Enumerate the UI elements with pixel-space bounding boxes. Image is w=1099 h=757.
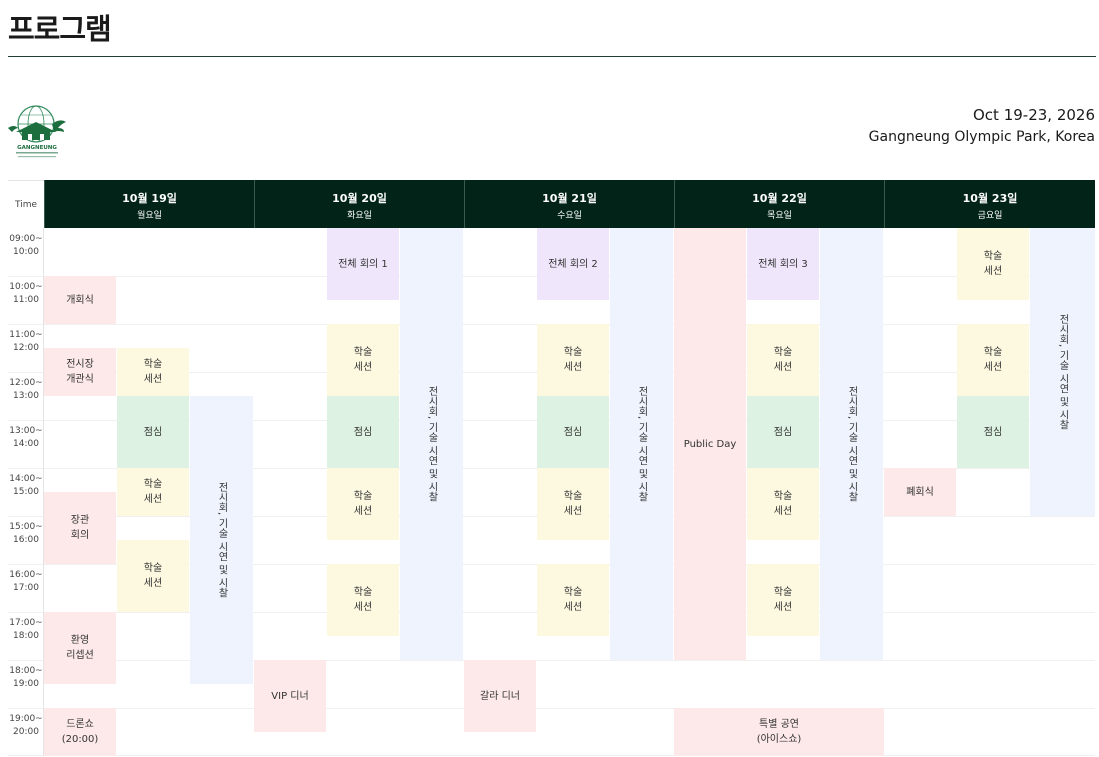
- event-academic-session[interactable]: 학술 세션: [957, 228, 1029, 300]
- event-exhibition-demo[interactable]: 전시회, 기술 시연 및 시찰: [610, 228, 673, 660]
- event-ministers-meeting[interactable]: 장관 회의: [44, 492, 116, 564]
- time-slot-label: 11:00~ 12:00: [9, 330, 43, 353]
- event-academic-session[interactable]: 학술 세션: [747, 468, 819, 540]
- event-academic-session[interactable]: 학술 세션: [747, 564, 819, 636]
- time-column-header: Time: [8, 180, 44, 228]
- event-plenary-1[interactable]: 전체 회의 1: [327, 228, 399, 300]
- event-lunch[interactable]: 점심: [537, 396, 609, 468]
- day-header-oct23: 10월 23일 금요일: [884, 180, 1095, 228]
- day-weekday: 목요일: [767, 211, 792, 221]
- event-academic-session[interactable]: 학술 세션: [327, 468, 399, 540]
- day-weekday: 금요일: [977, 211, 1003, 221]
- event-opening-ceremony[interactable]: 개회식: [44, 276, 116, 324]
- row-divider: [8, 708, 1095, 709]
- time-slot-label: 13:00~ 14:00: [9, 426, 43, 449]
- event-exhibition-demo[interactable]: 전시회, 기술 시연 및 시찰: [1030, 228, 1095, 516]
- svg-text:GANGNEUNG: GANGNEUNG: [17, 145, 57, 151]
- event-lunch[interactable]: 점심: [747, 396, 819, 468]
- time-slot-label: 16:00~ 17:00: [9, 570, 43, 593]
- event-lunch[interactable]: 점심: [957, 396, 1029, 468]
- event-lunch[interactable]: 점심: [327, 396, 399, 468]
- event-academic-session[interactable]: 학술 세션: [327, 324, 399, 396]
- event-plenary-2[interactable]: 전체 회의 2: [537, 228, 609, 300]
- event-academic-session[interactable]: 학술 세션: [117, 468, 189, 516]
- event-exhibition-demo[interactable]: 전시회, 기술 시연 및 시찰: [400, 228, 463, 660]
- day-header-oct19: 10월 19일 월요일: [44, 180, 254, 228]
- time-slot-label: 15:00~ 16:00: [9, 522, 43, 545]
- event-public-day[interactable]: Public Day: [674, 228, 746, 660]
- time-slot-label: 10:00~ 11:00: [9, 282, 43, 305]
- event-exhibition-demo[interactable]: 전시회, 기술 시연 및 시찰: [190, 396, 253, 684]
- event-academic-session[interactable]: 학술 세션: [117, 348, 189, 396]
- event-drone-show[interactable]: 드론쇼 (20:00): [44, 708, 116, 756]
- time-slot-label: 12:00~ 13:00: [9, 378, 43, 401]
- day-header-oct22: 10월 22일 목요일: [674, 180, 884, 228]
- time-slot-label: 17:00~ 18:00: [9, 618, 43, 641]
- event-academic-session[interactable]: 학술 세션: [957, 324, 1029, 396]
- day-weekday: 월요일: [137, 211, 162, 221]
- day-weekday: 화요일: [347, 211, 372, 221]
- event-lunch[interactable]: 점심: [117, 396, 189, 468]
- row-divider: [8, 755, 1095, 756]
- page-title: 프로그램: [8, 12, 112, 46]
- event-gala-dinner[interactable]: 갈라 디너: [464, 660, 536, 732]
- day-weekday: 수요일: [557, 211, 582, 221]
- event-academic-session[interactable]: 학술 세션: [117, 540, 189, 612]
- event-exhibition-opening[interactable]: 전시장 개관식: [44, 348, 116, 396]
- day-header-oct20: 10월 20일 화요일: [254, 180, 464, 228]
- day-date: 10월 20일: [332, 192, 387, 205]
- event-closing-ceremony[interactable]: 폐회식: [884, 468, 956, 516]
- event-special-performance[interactable]: 특별 공연 (아이스쇼): [674, 708, 884, 756]
- day-header-oct21: 10월 21일 수요일: [464, 180, 674, 228]
- event-academic-session[interactable]: 학술 세션: [327, 564, 399, 636]
- day-date: 10월 21일: [542, 192, 597, 205]
- event-academic-session[interactable]: 학술 세션: [537, 564, 609, 636]
- time-slot-label: 19:00~ 20:00: [9, 714, 43, 737]
- event-plenary-3[interactable]: 전체 회의 3: [747, 228, 819, 300]
- title-divider: [8, 56, 1096, 57]
- event-venue: Gangneung Olympic Park, Korea: [868, 129, 1095, 145]
- event-vip-dinner[interactable]: VIP 디너: [254, 660, 326, 732]
- row-divider: [8, 660, 1095, 661]
- event-exhibition-demo[interactable]: 전시회, 기술 시연 및 시찰: [820, 228, 883, 660]
- event-academic-session[interactable]: 학술 세션: [537, 468, 609, 540]
- time-column: 09:00~ 10:00 10:00~ 11:00 11:00~ 12:00 1…: [8, 228, 44, 756]
- day-date: 10월 19일: [122, 192, 177, 205]
- schedule-grid: Time 10월 19일 월요일 10월 20일 화요일 10월 21일 수요일…: [8, 180, 1095, 757]
- day-date: 10월 23일: [962, 192, 1018, 205]
- event-academic-session[interactable]: 학술 세션: [537, 324, 609, 396]
- event-dates: Oct 19-23, 2026: [973, 106, 1095, 124]
- event-academic-session[interactable]: 학술 세션: [747, 324, 819, 396]
- time-slot-label: 14:00~ 15:00: [9, 474, 43, 497]
- event-welcome-reception[interactable]: 환영 리셉션: [44, 612, 116, 684]
- gangneung-congress-logo-icon: GANGNEUNG: [6, 102, 68, 162]
- time-slot-label: 09:00~ 10:00: [9, 234, 43, 257]
- day-date: 10월 22일: [752, 192, 807, 205]
- time-slot-label: 18:00~ 19:00: [9, 666, 43, 689]
